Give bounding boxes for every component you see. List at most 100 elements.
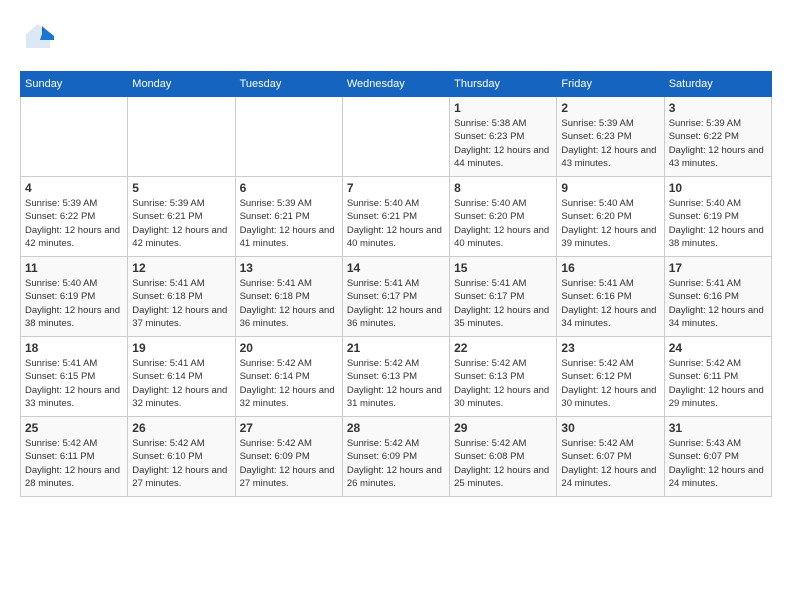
day-number: 5 xyxy=(132,181,230,195)
calendar-cell: 22 Sunrise: 5:42 AM Sunset: 6:13 PM Dayli… xyxy=(450,337,557,417)
header-thursday: Thursday xyxy=(450,72,557,97)
calendar-header-row: SundayMondayTuesdayWednesdayThursdayFrid… xyxy=(21,72,772,97)
calendar-cell: 31 Sunrise: 5:43 AM Sunset: 6:07 PM Dayli… xyxy=(664,417,771,497)
day-content: Sunrise: 5:43 AM Sunset: 6:07 PM Dayligh… xyxy=(669,437,767,490)
calendar-cell: 26 Sunrise: 5:42 AM Sunset: 6:10 PM Dayli… xyxy=(128,417,235,497)
day-content: Sunrise: 5:42 AM Sunset: 6:08 PM Dayligh… xyxy=(454,437,552,490)
day-number: 20 xyxy=(240,341,338,355)
calendar-cell: 10 Sunrise: 5:40 AM Sunset: 6:19 PM Dayli… xyxy=(664,177,771,257)
day-number: 25 xyxy=(25,421,123,435)
day-number: 12 xyxy=(132,261,230,275)
day-number: 15 xyxy=(454,261,552,275)
header-monday: Monday xyxy=(128,72,235,97)
calendar-week-row: 25 Sunrise: 5:42 AM Sunset: 6:11 PM Dayli… xyxy=(21,417,772,497)
day-content: Sunrise: 5:42 AM Sunset: 6:09 PM Dayligh… xyxy=(347,437,445,490)
calendar-cell xyxy=(128,97,235,177)
header-saturday: Saturday xyxy=(664,72,771,97)
header-wednesday: Wednesday xyxy=(342,72,449,97)
header-sunday: Sunday xyxy=(21,72,128,97)
calendar-cell: 8 Sunrise: 5:40 AM Sunset: 6:20 PM Daylig… xyxy=(450,177,557,257)
calendar-week-row: 1Sunrise: 5:38 AM Sunset: 6:23 PM Daylig… xyxy=(21,97,772,177)
calendar-cell: 18Sunrise: 5:41 AM Sunset: 6:15 PM Dayli… xyxy=(21,337,128,417)
header-tuesday: Tuesday xyxy=(235,72,342,97)
day-content: Sunrise: 5:42 AM Sunset: 6:09 PM Dayligh… xyxy=(240,437,338,490)
day-content: Sunrise: 5:41 AM Sunset: 6:18 PM Dayligh… xyxy=(240,277,338,330)
calendar-cell: 11 Sunrise: 5:40 AM Sunset: 6:19 PM Dayli… xyxy=(21,257,128,337)
day-number: 28 xyxy=(347,421,445,435)
day-number: 4 xyxy=(25,181,123,195)
day-content: Sunrise: 5:42 AM Sunset: 6:11 PM Dayligh… xyxy=(25,437,123,490)
day-number: 16 xyxy=(561,261,659,275)
calendar-cell: 5Sunrise: 5:39 AM Sunset: 6:21 PM Daylig… xyxy=(128,177,235,257)
day-number: 6 xyxy=(240,181,338,195)
logo-icon xyxy=(20,20,56,56)
day-content: Sunrise: 5:38 AM Sunset: 6:23 PM Dayligh… xyxy=(454,117,552,170)
day-number: 3 xyxy=(669,101,767,115)
day-content: Sunrise: 5:40 AM Sunset: 6:20 PM Dayligh… xyxy=(561,197,659,250)
day-number: 27 xyxy=(240,421,338,435)
day-content: Sunrise: 5:42 AM Sunset: 6:10 PM Dayligh… xyxy=(132,437,230,490)
logo xyxy=(20,20,62,56)
day-content: Sunrise: 5:41 AM Sunset: 6:16 PM Dayligh… xyxy=(561,277,659,330)
header-friday: Friday xyxy=(557,72,664,97)
day-number: 11 xyxy=(25,261,123,275)
day-number: 30 xyxy=(561,421,659,435)
calendar-cell: 27 Sunrise: 5:42 AM Sunset: 6:09 PM Dayli… xyxy=(235,417,342,497)
calendar-cell: 15 Sunrise: 5:41 AM Sunset: 6:17 PM Dayli… xyxy=(450,257,557,337)
day-number: 13 xyxy=(240,261,338,275)
day-number: 26 xyxy=(132,421,230,435)
day-content: Sunrise: 5:39 AM Sunset: 6:23 PM Dayligh… xyxy=(561,117,659,170)
calendar-cell: 17 Sunrise: 5:41 AM Sunset: 6:16 PM Dayli… xyxy=(664,257,771,337)
calendar-cell: 29Sunrise: 5:42 AM Sunset: 6:08 PM Dayli… xyxy=(450,417,557,497)
day-content: Sunrise: 5:39 AM Sunset: 6:22 PM Dayligh… xyxy=(25,197,123,250)
day-number: 19 xyxy=(132,341,230,355)
calendar-cell: 3 Sunrise: 5:39 AM Sunset: 6:22 PM Daylig… xyxy=(664,97,771,177)
day-content: Sunrise: 5:40 AM Sunset: 6:20 PM Dayligh… xyxy=(454,197,552,250)
page-header xyxy=(20,20,772,56)
day-number: 17 xyxy=(669,261,767,275)
calendar-cell: 20 Sunrise: 5:42 AM Sunset: 6:14 PM Dayli… xyxy=(235,337,342,417)
day-number: 21 xyxy=(347,341,445,355)
calendar-cell: 14 Sunrise: 5:41 AM Sunset: 6:17 PM Dayli… xyxy=(342,257,449,337)
calendar-week-row: 4 Sunrise: 5:39 AM Sunset: 6:22 PM Daylig… xyxy=(21,177,772,257)
calendar-week-row: 11 Sunrise: 5:40 AM Sunset: 6:19 PM Dayli… xyxy=(21,257,772,337)
day-content: Sunrise: 5:39 AM Sunset: 6:22 PM Dayligh… xyxy=(669,117,767,170)
day-number: 31 xyxy=(669,421,767,435)
calendar-cell: 12 Sunrise: 5:41 AM Sunset: 6:18 PM Dayli… xyxy=(128,257,235,337)
calendar-cell xyxy=(342,97,449,177)
day-content: Sunrise: 5:39 AM Sunset: 6:21 PM Dayligh… xyxy=(240,197,338,250)
calendar-cell: 9 Sunrise: 5:40 AM Sunset: 6:20 PM Daylig… xyxy=(557,177,664,257)
day-number: 7 xyxy=(347,181,445,195)
day-number: 18 xyxy=(25,341,123,355)
day-number: 10 xyxy=(669,181,767,195)
calendar-cell: 23 Sunrise: 5:42 AM Sunset: 6:12 PM Dayli… xyxy=(557,337,664,417)
calendar-cell: 13 Sunrise: 5:41 AM Sunset: 6:18 PM Dayli… xyxy=(235,257,342,337)
calendar-cell xyxy=(21,97,128,177)
day-content: Sunrise: 5:42 AM Sunset: 6:13 PM Dayligh… xyxy=(454,357,552,410)
day-content: Sunrise: 5:42 AM Sunset: 6:11 PM Dayligh… xyxy=(669,357,767,410)
calendar-week-row: 18Sunrise: 5:41 AM Sunset: 6:15 PM Dayli… xyxy=(21,337,772,417)
day-number: 22 xyxy=(454,341,552,355)
day-content: Sunrise: 5:42 AM Sunset: 6:12 PM Dayligh… xyxy=(561,357,659,410)
day-content: Sunrise: 5:40 AM Sunset: 6:19 PM Dayligh… xyxy=(669,197,767,250)
calendar-cell xyxy=(235,97,342,177)
day-content: Sunrise: 5:41 AM Sunset: 6:18 PM Dayligh… xyxy=(132,277,230,330)
day-content: Sunrise: 5:40 AM Sunset: 6:19 PM Dayligh… xyxy=(25,277,123,330)
day-number: 2 xyxy=(561,101,659,115)
calendar-cell: 21 Sunrise: 5:42 AM Sunset: 6:13 PM Dayli… xyxy=(342,337,449,417)
day-number: 23 xyxy=(561,341,659,355)
day-number: 9 xyxy=(561,181,659,195)
day-content: Sunrise: 5:41 AM Sunset: 6:17 PM Dayligh… xyxy=(347,277,445,330)
calendar-cell: 24Sunrise: 5:42 AM Sunset: 6:11 PM Dayli… xyxy=(664,337,771,417)
calendar-table: SundayMondayTuesdayWednesdayThursdayFrid… xyxy=(20,71,772,497)
calendar-cell: 1Sunrise: 5:38 AM Sunset: 6:23 PM Daylig… xyxy=(450,97,557,177)
day-content: Sunrise: 5:41 AM Sunset: 6:17 PM Dayligh… xyxy=(454,277,552,330)
day-content: Sunrise: 5:40 AM Sunset: 6:21 PM Dayligh… xyxy=(347,197,445,250)
day-content: Sunrise: 5:42 AM Sunset: 6:14 PM Dayligh… xyxy=(240,357,338,410)
day-content: Sunrise: 5:41 AM Sunset: 6:16 PM Dayligh… xyxy=(669,277,767,330)
day-number: 14 xyxy=(347,261,445,275)
day-number: 8 xyxy=(454,181,552,195)
calendar-cell: 25 Sunrise: 5:42 AM Sunset: 6:11 PM Dayli… xyxy=(21,417,128,497)
calendar-cell: 4 Sunrise: 5:39 AM Sunset: 6:22 PM Daylig… xyxy=(21,177,128,257)
day-content: Sunrise: 5:42 AM Sunset: 6:13 PM Dayligh… xyxy=(347,357,445,410)
